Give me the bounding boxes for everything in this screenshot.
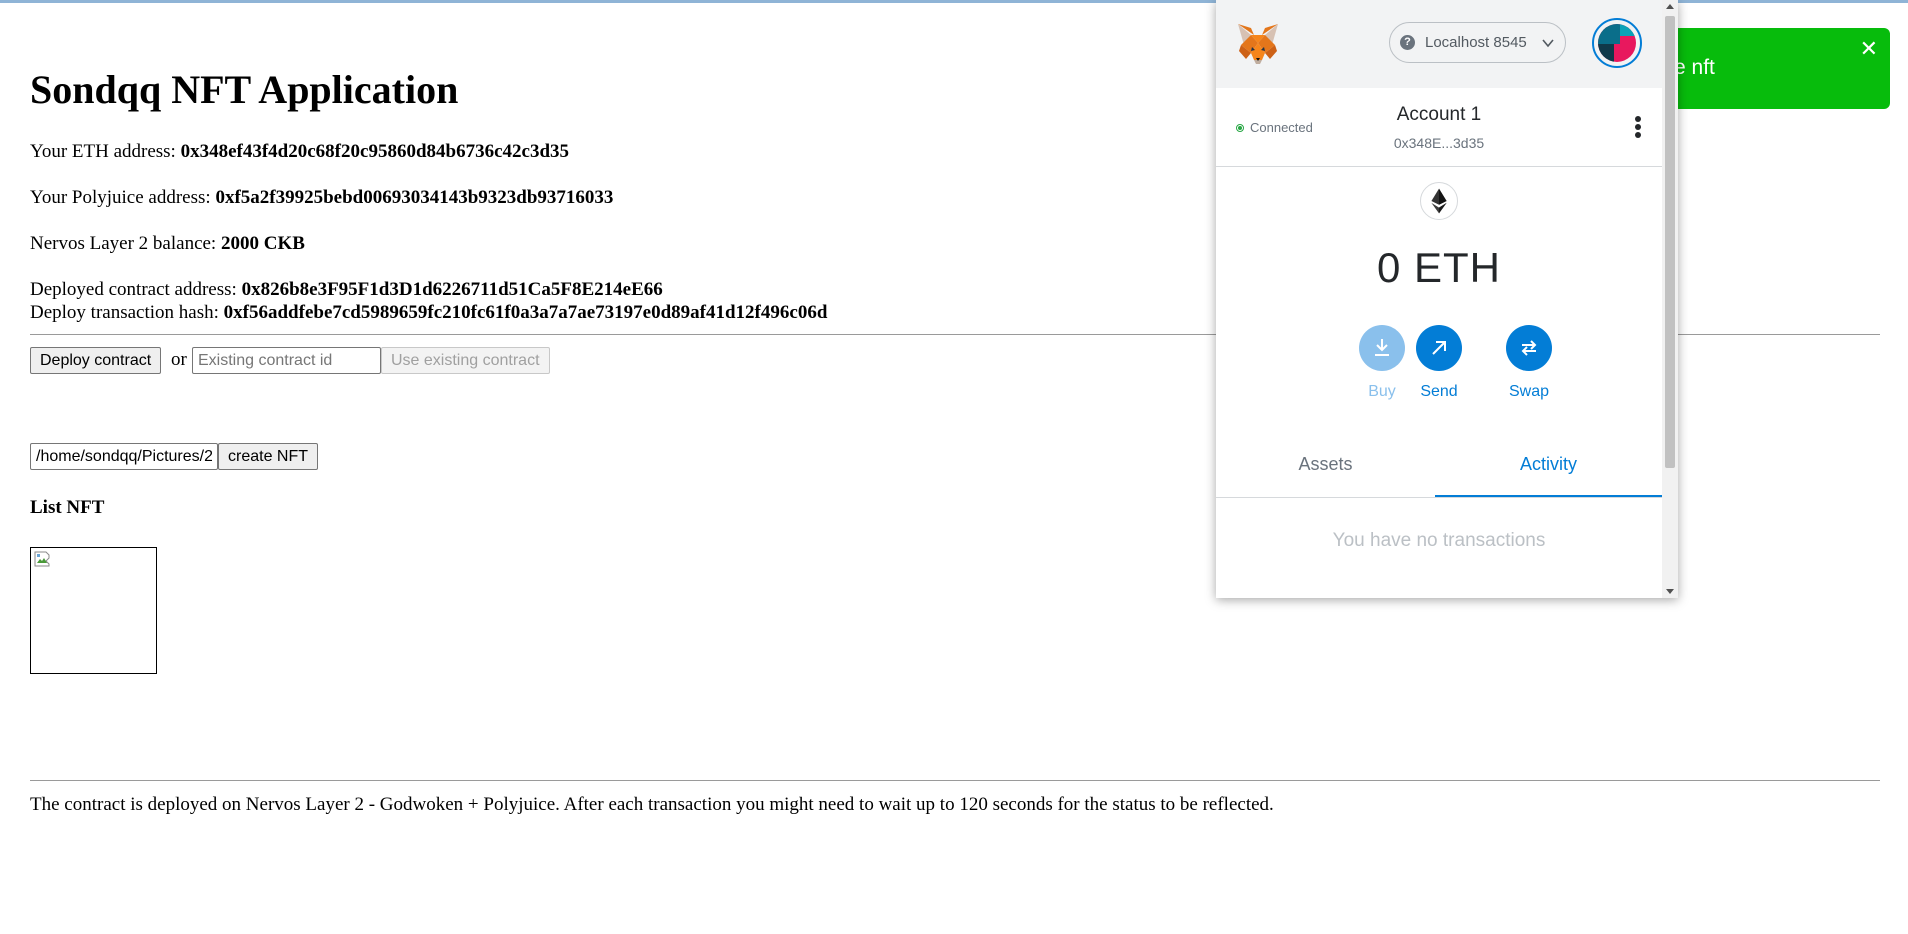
eth-balance: 0 ETH <box>1376 244 1502 291</box>
balance-row: Nervos Layer 2 balance: 2000 CKB <box>30 233 305 255</box>
contract-address-value: 0x826b8e3F95F1d3D1d6226711d51Ca5F8E214eE… <box>241 279 663 300</box>
question-icon: ? <box>1400 35 1415 50</box>
swap-label: Swap <box>1508 383 1550 400</box>
scroll-up-icon[interactable] <box>1666 4 1674 9</box>
metamask-header: ? Localhost 8545 <box>1216 0 1662 88</box>
scroll-down-icon[interactable] <box>1666 589 1674 594</box>
page-title: Sondqq NFT Application <box>30 67 459 112</box>
eth-icon <box>1420 182 1458 220</box>
send-button[interactable]: Send <box>1404 325 1474 401</box>
account-bar: Connected Account 1 0x348E...3d35 <box>1216 88 1662 167</box>
eth-address-label: Your ETH address: <box>30 141 176 162</box>
divider-bottom <box>30 780 1880 781</box>
tx-hash-label: Deploy transaction hash: <box>30 302 219 323</box>
metamask-fox-icon <box>1238 24 1278 64</box>
polyjuice-address-value: 0xf5a2f39925bebd00693034143b9323db937160… <box>215 187 614 208</box>
existing-contract-input[interactable] <box>192 347 381 374</box>
metamask-tabs: Assets Activity <box>1216 440 1662 498</box>
close-icon[interactable]: ✕ <box>1860 36 1878 62</box>
arrow-up-right-icon <box>1432 341 1446 355</box>
tab-activity[interactable]: Activity <box>1435 440 1662 497</box>
balance-value: 2000 CKB <box>220 233 305 254</box>
swap-button[interactable]: Swap <box>1494 325 1564 401</box>
file-path-input[interactable] <box>30 443 218 470</box>
create-nft-button[interactable]: create NFT <box>218 443 319 470</box>
metamask-popup: ? Localhost 8545 Connected Account 1 0x3… <box>1216 0 1678 598</box>
tx-hash-row: Deploy transaction hash: 0xf56addfebe7cd… <box>30 302 827 324</box>
broken-image-icon <box>34 551 50 567</box>
list-nft-heading: List NFT <box>30 497 105 518</box>
network-selector[interactable]: ? Localhost 8545 <box>1389 22 1566 63</box>
footer-note: The contract is deployed on Nervos Layer… <box>30 794 1274 815</box>
contract-address-row: Deployed contract address: 0x826b8e3F95F… <box>30 279 663 301</box>
chevron-down-icon <box>1542 39 1554 48</box>
eth-address-value: 0x348ef43f4d20c68f20c95860d84b6736c42c3d… <box>180 141 570 162</box>
metamask-scrollbar[interactable] <box>1662 0 1678 598</box>
success-toast[interactable]: e nft ✕ <box>1662 28 1890 109</box>
swap-icon <box>1521 340 1537 356</box>
download-icon <box>1375 339 1389 356</box>
toast-message: e nft <box>1674 56 1715 79</box>
scroll-thumb[interactable] <box>1665 16 1675 468</box>
contract-address-label: Deployed contract address: <box>30 279 237 300</box>
deploy-contract-button[interactable]: Deploy contract <box>30 347 162 374</box>
eth-address-row: Your ETH address: 0x348ef43f4d20c68f20c9… <box>30 141 569 163</box>
network-label: Localhost 8545 <box>1425 34 1527 51</box>
nft-image[interactable] <box>30 547 157 674</box>
polyjuice-address-row: Your Polyjuice address: 0xf5a2f39925bebd… <box>30 187 613 209</box>
account-address[interactable]: 0x348E...3d35 <box>1216 135 1662 151</box>
or-text: or <box>171 349 187 370</box>
account-avatar-button[interactable] <box>1592 18 1642 68</box>
balance-label: Nervos Layer 2 balance: <box>30 233 217 254</box>
empty-transactions-message: You have no transactions <box>1332 530 1546 551</box>
tx-hash-value: 0xf56addfebe7cd5989659fc210fc61f0a3a7a7a… <box>223 302 828 323</box>
polyjuice-address-label: Your Polyjuice address: <box>30 187 211 208</box>
account-name[interactable]: Account 1 <box>1216 104 1662 126</box>
send-label: Send <box>1420 383 1458 400</box>
avatar <box>1598 24 1636 62</box>
use-existing-contract-button[interactable]: Use existing contract <box>381 347 550 374</box>
account-options-icon[interactable] <box>1634 116 1642 140</box>
tab-assets[interactable]: Assets <box>1216 440 1435 497</box>
